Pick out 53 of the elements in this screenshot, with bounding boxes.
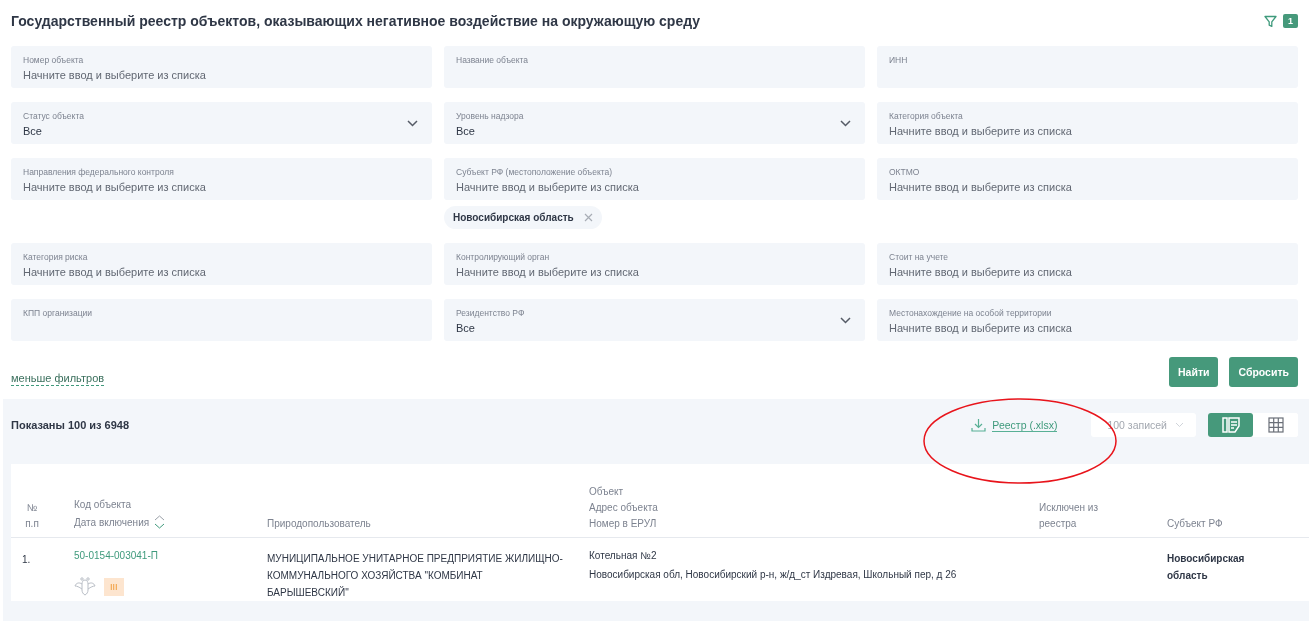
category-badge: III: [104, 578, 124, 596]
input-field[interactable]: Стоит на учете Начните ввод и выберите из списка: [877, 243, 1298, 285]
export-link[interactable]: Реестр (.xlsx): [971, 418, 1058, 432]
reset-button[interactable]: Сбросить: [1229, 357, 1298, 387]
column-header: Исключен из: [1039, 502, 1100, 513]
input-field[interactable]: Название объекта: [444, 46, 865, 88]
column-header: Номер в ЕРУЛ: [589, 518, 658, 529]
list-view-button[interactable]: [1208, 413, 1253, 437]
column-header: Адрес объекта: [589, 502, 659, 513]
input-field[interactable]: Категория риска Начните ввод и выберите из списка: [11, 243, 432, 285]
close-icon[interactable]: [583, 213, 593, 222]
object-address: Новосибирская обл, Новосибирский р-н, ж/д_ст Издревая, Школьный пер, д 26: [589, 569, 958, 580]
chevron-down-icon: [407, 119, 418, 127]
list-view-icon: [1221, 417, 1240, 433]
chevron-down-icon: [840, 316, 851, 324]
input-field[interactable]: ИНН: [877, 46, 1298, 88]
column-header: Объект: [589, 486, 625, 497]
filter-icon[interactable]: [1264, 14, 1277, 28]
column-header: реестра: [1039, 518, 1078, 529]
grid-view-icon: [1267, 417, 1284, 433]
select-field[interactable]: Уровень надзора Все: [444, 102, 865, 144]
input-field[interactable]: Номер объекта Начните ввод и выберите из списка: [11, 46, 432, 88]
input-field[interactable]: Направления федерального контроля Начните ввод и выберите из списка: [11, 158, 432, 200]
input-field[interactable]: КПП организации: [11, 299, 432, 341]
column-header: Код объекта: [74, 499, 133, 510]
column-header: Природопользователь: [267, 518, 372, 529]
find-button[interactable]: Найти: [1169, 357, 1219, 387]
object-name: Котельная №2: [589, 550, 658, 561]
input-field[interactable]: Местонахождение на особой территории Начните ввод и выберите из списка: [877, 299, 1298, 341]
column-header: п.п: [25, 518, 39, 529]
input-field[interactable]: Категория объекта Начните ввод и выберите из списка: [877, 102, 1298, 144]
filter-count-badge: 1: [1283, 14, 1298, 28]
sort-icon[interactable]: [154, 515, 166, 529]
chevron-down-icon: [1175, 422, 1184, 428]
input-field[interactable]: Субъект РФ (местоположение объекта) Начните ввод и выберите из списка: [444, 158, 865, 200]
column-header: Субъект РФ: [1167, 518, 1224, 529]
select-field[interactable]: Статус объекта Все: [11, 102, 432, 144]
filter-chip: Новосибирская область: [444, 206, 602, 229]
nature-user-name: МУНИЦИПАЛЬНОЕ УНИТАРНОЕ ПРЕДПРИЯТИЕ ЖИЛИЩНО-КОММУНАЛЬНОГО ХОЗЯЙСТВА "КОМБИНАТ БАРЫШЕВСКИЙ": [267, 552, 564, 600]
input-field[interactable]: Контролирующий орган Начните ввод и выберите из списка: [444, 243, 865, 285]
column-header: №: [26, 502, 38, 513]
page-title: Государственный реестр объектов, оказывающих негативное воздействие на окружающую среду: [11, 13, 701, 29]
row-number: 1.: [22, 554, 32, 565]
object-code-link[interactable]: 50-0154-003041-П: [74, 550, 267, 561]
chevron-down-icon: [840, 119, 851, 127]
emblem-icon: [74, 577, 96, 597]
input-field[interactable]: ОКТМО Начните ввод и выберите из списка: [877, 158, 1298, 200]
region-name: Новосибирская область: [1167, 552, 1246, 583]
results-count: Показаны 100 из 6948: [11, 419, 130, 431]
download-icon: [971, 418, 987, 432]
less-filters-link[interactable]: меньше фильтров: [11, 372, 105, 386]
select-field[interactable]: Резидентство РФ Все: [444, 299, 865, 341]
column-header[interactable]: Дата включения: [74, 515, 267, 529]
